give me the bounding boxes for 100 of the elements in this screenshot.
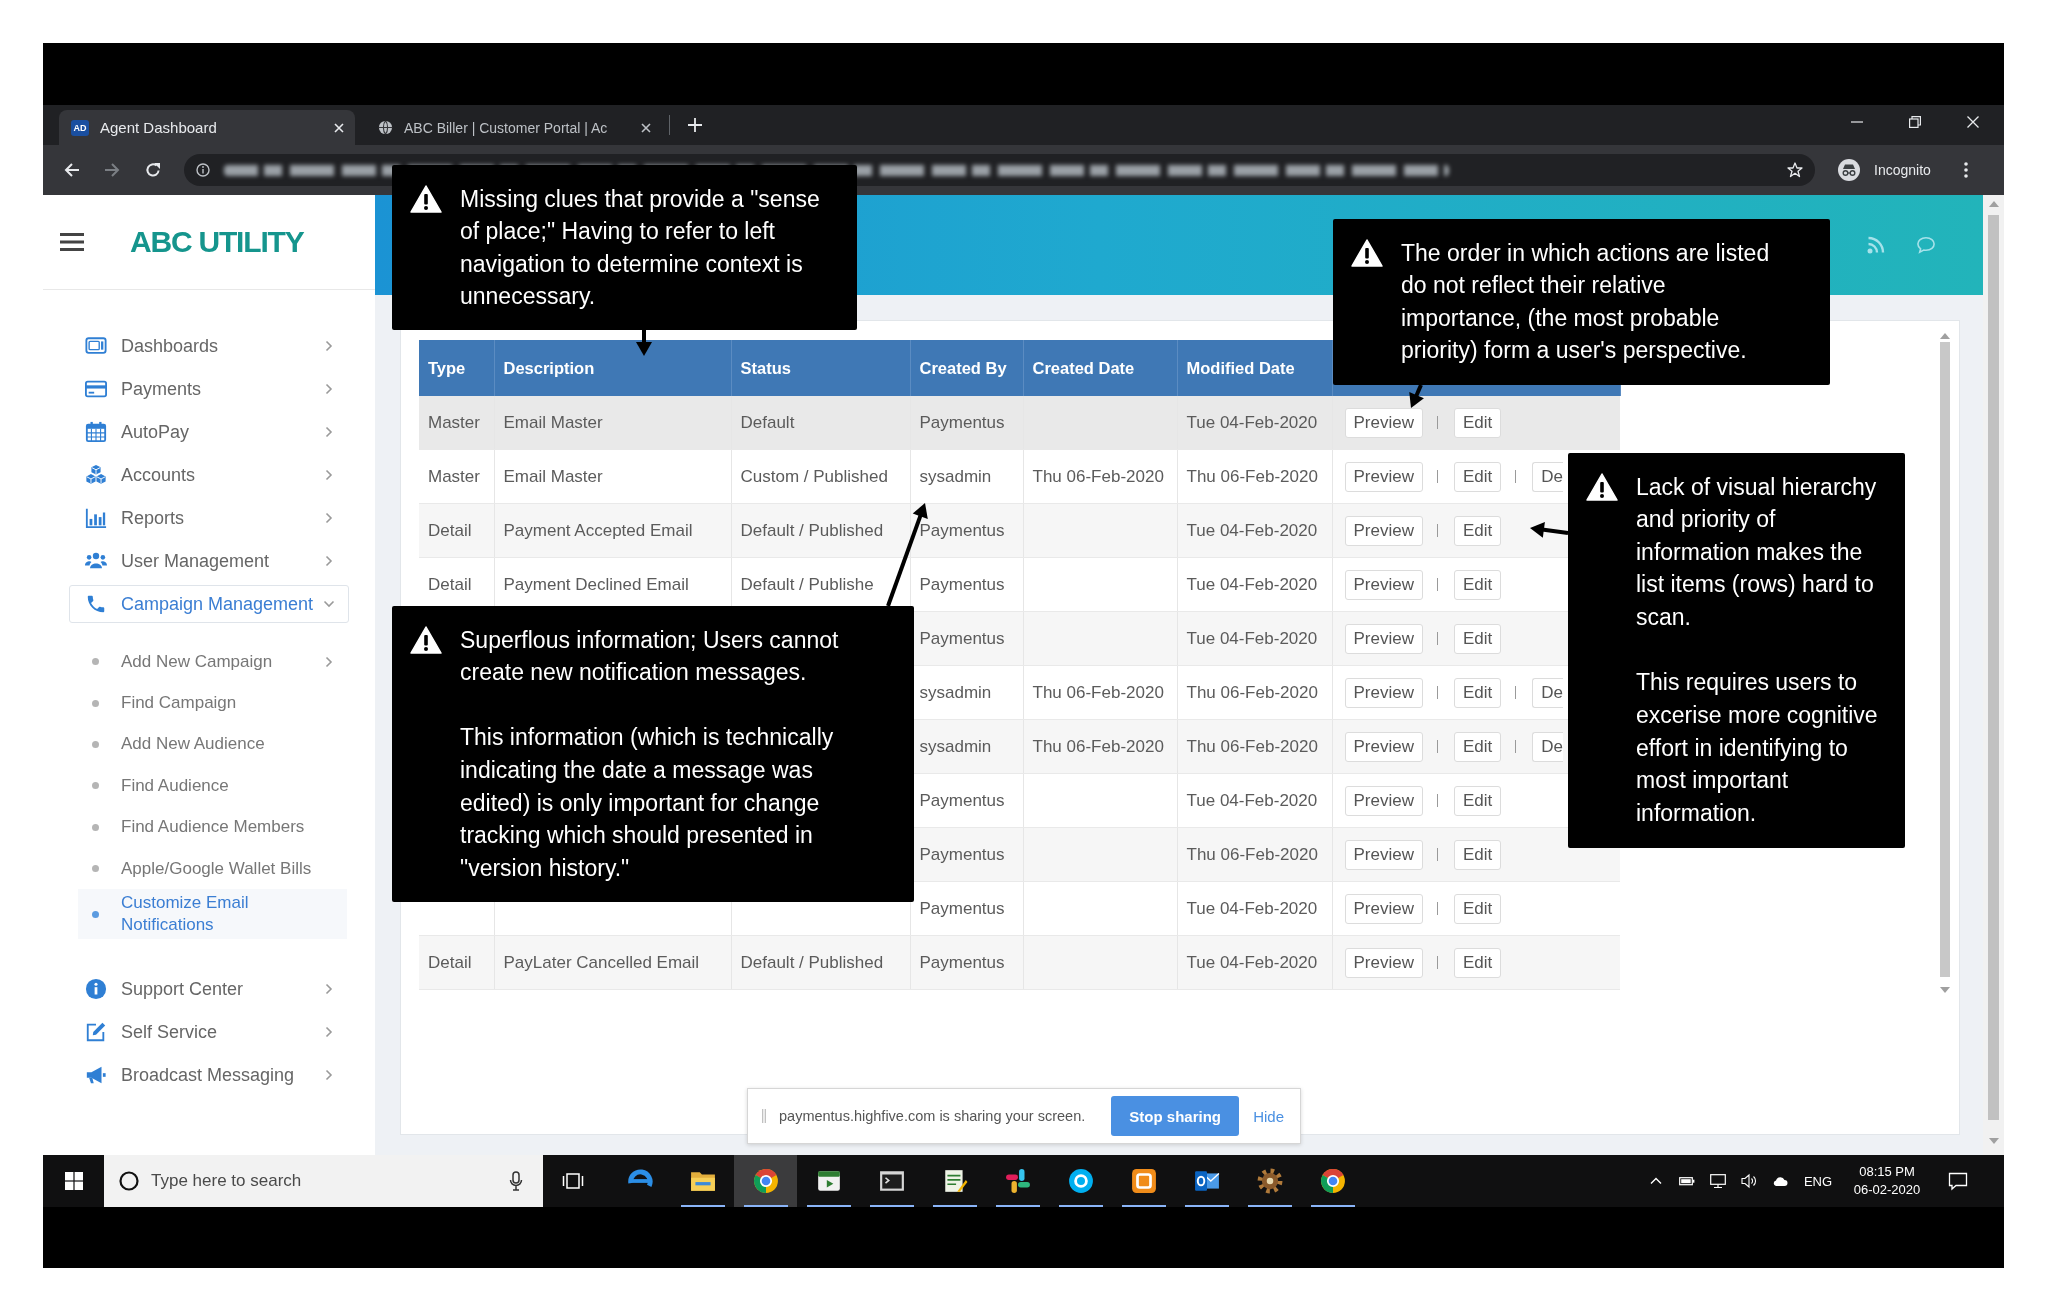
column-header[interactable]: Created Date	[1023, 340, 1177, 396]
reload-icon[interactable]	[145, 162, 161, 178]
preview-button[interactable]: Preview	[1344, 839, 1423, 870]
scrollbar-thumb[interactable]	[1940, 342, 1950, 977]
windows-logo-icon[interactable]	[64, 1172, 83, 1190]
info-icon[interactable]	[196, 163, 210, 177]
edit-button[interactable]: Edit	[1453, 785, 1502, 816]
nav-item[interactable]: Reports	[69, 499, 349, 537]
nav-item[interactable]: Support Center	[69, 970, 349, 1009]
monitor-icon[interactable]	[1709, 1173, 1726, 1189]
nav-subitem[interactable]: Find Audience	[78, 765, 347, 807]
nav-item[interactable]: Self Service	[69, 1013, 349, 1052]
edit-button[interactable]: Edit	[1453, 731, 1502, 762]
scroll-down-icon[interactable]	[1940, 987, 1950, 993]
table-cell: Tue 04-Feb-2020	[1177, 396, 1332, 450]
column-header[interactable]: Description	[494, 340, 731, 396]
edit-button[interactable]: Edit	[1453, 947, 1502, 978]
ring-badge-icon[interactable]	[1067, 1168, 1094, 1194]
edit-button[interactable]: Edit	[1453, 515, 1502, 546]
star-icon[interactable]	[1787, 162, 1803, 178]
orb-icon[interactable]	[1319, 1168, 1346, 1194]
column-header[interactable]: Modified Date	[1177, 340, 1332, 396]
nav-item[interactable]: Payments	[69, 370, 349, 408]
plus-icon[interactable]	[688, 118, 702, 132]
nav-subitem[interactable]: Find Campaign	[78, 682, 347, 724]
preview-button[interactable]: Preview	[1344, 623, 1423, 654]
nav-item[interactable]: Broadcast Messaging	[69, 1056, 349, 1095]
action-button[interactable]: De	[1532, 731, 1563, 762]
table-cell: Master	[419, 449, 494, 504]
edit-button[interactable]: Edit	[1453, 893, 1502, 924]
preview-button[interactable]: Preview	[1344, 893, 1423, 924]
play-window-icon[interactable]	[815, 1168, 842, 1194]
preview-button[interactable]: Preview	[1344, 569, 1423, 600]
scrollbar-thumb[interactable]	[1988, 215, 1999, 1120]
edit-button[interactable]: Edit	[1453, 407, 1502, 438]
column-header[interactable]: Created By	[910, 340, 1023, 396]
nav-subitem[interactable]: Find Audience Members	[78, 806, 347, 848]
incognito-icon[interactable]	[1838, 159, 1860, 181]
clock-date[interactable]: 06-02-2020	[1853, 1181, 1921, 1199]
microphone-icon[interactable]	[509, 1171, 523, 1191]
table-cell: Tue 04-Feb-2020	[1177, 881, 1332, 936]
edit-button[interactable]: Edit	[1453, 569, 1502, 600]
preview-button[interactable]: Preview	[1344, 731, 1423, 762]
back-icon[interactable]	[64, 162, 80, 178]
pinwheel-icon[interactable]	[1004, 1168, 1031, 1194]
table-cell: Tue 04-Feb-2020	[1177, 611, 1332, 666]
edit-button[interactable]: Edit	[1453, 677, 1502, 708]
callout-text: Lack of visual hierarchy and priority of information makes the list items (rows) hard to scan.	[1636, 472, 1878, 633]
nav-item[interactable]: Accounts	[69, 456, 349, 494]
restore-icon[interactable]	[1909, 116, 1921, 128]
column-header[interactable]: Type	[419, 340, 494, 396]
preview-button[interactable]: Preview	[1344, 407, 1423, 438]
message-icon[interactable]	[1948, 1171, 1968, 1191]
scrollbar[interactable]	[1938, 333, 1952, 995]
nav-subitem[interactable]: Customize Email Notifications	[78, 889, 347, 940]
tile-logo-icon[interactable]	[1130, 1168, 1157, 1194]
nav-item[interactable]: AutoPay	[69, 413, 349, 451]
column-header[interactable]: Status	[731, 340, 910, 396]
edit-button[interactable]: Edit	[1453, 461, 1502, 492]
task-view-icon[interactable]	[562, 1172, 584, 1190]
mail-icon[interactable]	[1193, 1168, 1220, 1194]
warning-icon	[1351, 239, 1383, 267]
nav-item[interactable]: User Management	[69, 542, 349, 580]
action-button[interactable]: De	[1532, 677, 1563, 708]
table-cell: Default / Published	[731, 503, 910, 558]
grip-icon[interactable]	[762, 1109, 766, 1123]
table-cell: Default / Published	[731, 935, 910, 990]
browser-tab[interactable]: AD Agent Dashboard	[59, 110, 355, 145]
preview-button[interactable]: Preview	[1344, 515, 1423, 546]
preview-button[interactable]: Preview	[1344, 461, 1423, 492]
action-button[interactable]: De	[1532, 461, 1563, 492]
browser-tab[interactable]: ABC Biller | Customer Portal | Ac	[366, 110, 662, 145]
nav-subitem[interactable]: Add New Audience	[78, 723, 347, 766]
scroll-up-icon[interactable]	[1940, 333, 1950, 339]
nav-item[interactable]: Dashboards	[69, 327, 349, 365]
preview-button[interactable]: Preview	[1344, 785, 1423, 816]
close-icon[interactable]	[641, 122, 651, 133]
terminal-icon[interactable]	[878, 1168, 905, 1194]
orb-icon[interactable]	[752, 1168, 779, 1194]
edit-button[interactable]: Edit	[1453, 839, 1502, 870]
more-icon[interactable]	[1963, 162, 1968, 178]
gear-icon[interactable]	[1256, 1168, 1283, 1194]
preview-button[interactable]: Preview	[1344, 947, 1423, 978]
nav-subitem[interactable]: Apple/Google Wallet Bills	[78, 847, 347, 890]
speaker-icon[interactable]	[1740, 1173, 1757, 1189]
bar-chart-icon	[85, 507, 107, 529]
nav-subitem[interactable]: Add New Campaign	[78, 641, 347, 683]
table-cell: Detail	[419, 503, 494, 558]
language-indicator[interactable]: ENG	[1795, 1173, 1841, 1189]
search-field[interactable]: Type here to search	[104, 1155, 543, 1207]
taskbar-button[interactable]	[734, 1155, 797, 1207]
preview-button[interactable]: Preview	[1344, 677, 1423, 708]
menu-icon[interactable]	[60, 233, 84, 251]
edit-button[interactable]: Edit	[1453, 623, 1502, 654]
scrollbar[interactable]	[1983, 195, 2004, 1155]
edit-icon	[85, 1021, 107, 1044]
callout-text: This information (which is technically indicating the date a message was edited) is only important for change tracking which should presented in "version history."	[460, 723, 835, 884]
clock-time[interactable]: 08:15 PM	[1859, 1163, 1915, 1181]
profile-label[interactable]: Incognito	[1874, 162, 1931, 178]
nav-item[interactable]: Campaign Management	[69, 585, 349, 623]
